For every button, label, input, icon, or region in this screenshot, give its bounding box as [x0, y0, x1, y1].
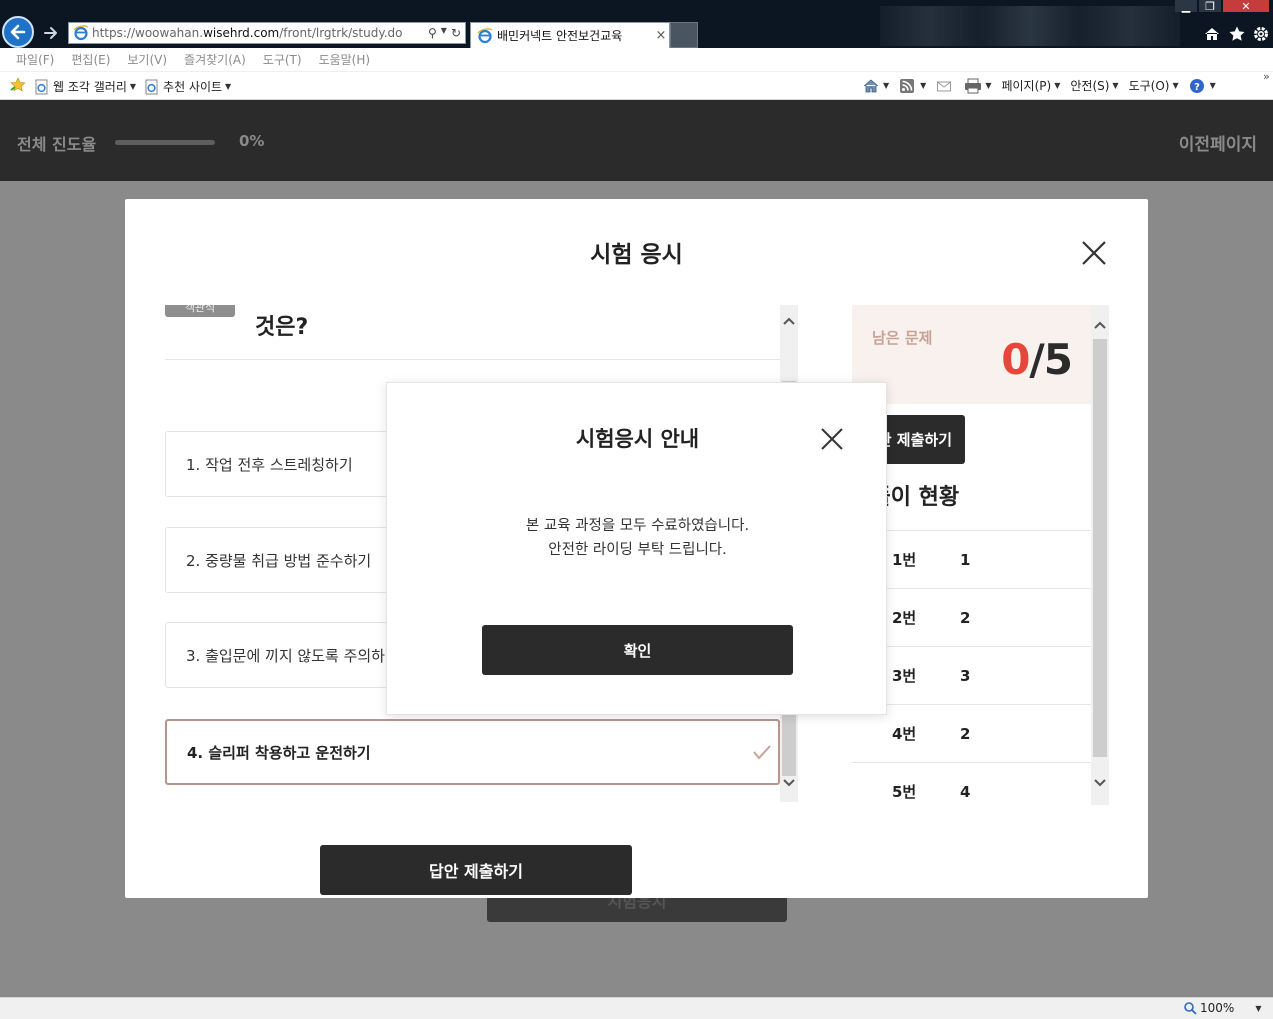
ie-logo-icon	[73, 25, 89, 41]
choice-4[interactable]: 4. 슬리퍼 착용하고 운전하기	[165, 719, 780, 785]
progress-bar	[115, 140, 215, 145]
rss-icon	[899, 78, 917, 94]
confirm-button[interactable]: 확인	[482, 625, 793, 675]
fav-web-slice-gallery[interactable]: 웹 조각 갤러리 ▼	[34, 78, 136, 95]
progress-percent: 0%	[239, 132, 265, 150]
refresh-icon[interactable]: ↻	[451, 26, 461, 40]
address-bar[interactable]: https://woowahan.wisehrd.com/front/lrgtr…	[68, 22, 466, 44]
zoom-control[interactable]: 100% ▼	[1183, 1001, 1261, 1015]
chevron-down-icon: ▼	[920, 81, 927, 90]
cmd-page-menu[interactable]: 페이지(P) ▼	[1001, 77, 1060, 94]
prev-page-link[interactable]: 이전페이지	[1179, 130, 1257, 155]
tab-title: 배민커넥트 안전보건교육	[497, 29, 623, 43]
chevron-down-icon: ▼	[1054, 81, 1061, 90]
help-icon: ?	[1189, 78, 1207, 94]
menu-file[interactable]: 파일(F)	[16, 51, 54, 68]
tab-close-icon[interactable]: ×	[653, 28, 669, 43]
mail-icon	[936, 78, 954, 94]
divider	[165, 359, 780, 360]
ie-page-icon	[144, 79, 160, 95]
answer-row: 5번 4	[852, 762, 1092, 805]
modal-close-icon[interactable]	[1080, 239, 1108, 267]
cmd-help[interactable]: ? ▼	[1189, 78, 1216, 94]
background-blur	[880, 6, 1180, 46]
favorites-add-star-icon[interactable]	[10, 77, 26, 96]
remaining-box: 남은 문제 0/5	[852, 305, 1092, 404]
answer-row: 4번 2	[852, 704, 1092, 762]
browser-titlebar: https://woowahan.wisehrd.com/front/lrgtr…	[0, 0, 1273, 48]
cmd-safety-menu[interactable]: 안전(S) ▼	[1070, 77, 1118, 94]
home-icon[interactable]	[1202, 24, 1222, 44]
notice-message: 본 교육 과정을 모두 수료하였습니다. 안전한 라이딩 부탁 드립니다.	[525, 518, 750, 558]
favorites-bar: 웹 조각 갤러리 ▼ 추천 사이트 ▼ ▼ ▼ ▼ 페이지(P) ▼ 안전(S) ▼…	[0, 72, 1273, 100]
notice-title: 시험응시 안내	[575, 427, 700, 451]
status-scrollbar[interactable]	[1091, 305, 1109, 805]
address-url: https://woowahan.wisehrd.com/front/lrgtr…	[92, 26, 403, 40]
chevron-down-icon: ▼	[1209, 81, 1216, 90]
chevron-down-icon: ▼	[129, 82, 137, 91]
svg-text:?: ?	[1194, 82, 1200, 93]
progress-label: 전체 진도율	[17, 135, 97, 154]
chevron-down-icon: ▼	[985, 81, 992, 90]
scroll-up-icon[interactable]	[780, 311, 798, 331]
window-close-button[interactable]: ✕	[1223, 0, 1269, 13]
zoom-magnifier-icon	[1183, 1001, 1197, 1015]
question-text: 것은?	[255, 315, 309, 340]
remaining-count: 0/5	[1001, 335, 1073, 384]
menu-favorites[interactable]: 즐겨찾기(A)	[184, 51, 246, 68]
maximize-button[interactable]: ❐	[1199, 0, 1221, 13]
remaining-label: 남은 문제	[872, 329, 933, 347]
cmd-feeds[interactable]: ▼	[899, 78, 926, 94]
home-icon	[862, 78, 880, 94]
more-chevron-icon[interactable]: »	[1263, 70, 1270, 83]
scroll-down-icon[interactable]	[780, 773, 798, 793]
ie-logo-icon	[477, 27, 493, 44]
forward-arrow-icon	[44, 27, 57, 39]
menu-edit[interactable]: 편집(E)	[71, 51, 110, 68]
menu-bar: 파일(F) 편집(E) 보기(V) 즐겨찾기(A) 도구(T) 도움말(H)	[0, 48, 1273, 72]
tab-active[interactable]: 배민커넥트 안전보건교육 ×	[470, 22, 670, 48]
chevron-down-icon: ▼	[1172, 81, 1179, 90]
notice-dialog: 시험응시 안내 본 교육 과정을 모두 수료하였습니다. 안전한 라이딩 부탁 …	[386, 382, 887, 715]
back-arrow-icon	[10, 24, 26, 40]
menu-view[interactable]: 보기(V)	[127, 51, 167, 68]
chevron-down-icon: ▼	[883, 81, 890, 90]
answer-status-panel: 남은 문제 0/5 답안 제출하기 문제풀이 현황 1번1 2번2 3번3 4번…	[852, 305, 1108, 805]
answer-row: 1번 1	[852, 530, 1092, 588]
answer-status-heading: 문제풀이 현황	[852, 485, 960, 510]
dropdown-icon[interactable]: ▼	[441, 26, 447, 40]
settings-gear-icon[interactable]	[1251, 24, 1271, 44]
chevron-down-icon: ▼	[1255, 1003, 1262, 1013]
new-tab-button[interactable]	[670, 22, 698, 48]
cmd-tools-menu[interactable]: 도구(O) ▼	[1129, 77, 1179, 94]
forward-button[interactable]	[40, 22, 62, 44]
minimize-button[interactable]: ▁	[1175, 0, 1197, 13]
menu-tools[interactable]: 도구(T)	[263, 51, 302, 68]
back-button[interactable]	[2, 16, 34, 48]
fav-suggested-sites[interactable]: 추천 사이트 ▼	[144, 78, 231, 95]
answer-row: 3번 3	[852, 646, 1092, 704]
cmd-home[interactable]: ▼	[862, 78, 889, 94]
scroll-up-icon[interactable]	[1091, 315, 1109, 335]
status-bar: 100% ▼	[0, 997, 1273, 1019]
printer-icon	[964, 78, 982, 94]
chevron-down-icon: ▼	[1112, 81, 1119, 90]
favorites-star-icon[interactable]	[1227, 24, 1247, 44]
submit-answers-button[interactable]: 답안 제출하기	[320, 845, 632, 895]
ie-page-icon	[34, 79, 50, 95]
question-type-badge: 객관식	[165, 305, 235, 317]
answer-row: 2번 2	[852, 588, 1092, 646]
scroll-down-icon[interactable]	[1091, 773, 1109, 793]
cmd-print[interactable]: ▼	[964, 78, 991, 94]
notice-close-icon[interactable]	[819, 426, 845, 452]
menu-help[interactable]: 도움말(H)	[319, 51, 371, 68]
cmd-mail[interactable]	[936, 78, 954, 94]
search-icon[interactable]: ⚲	[428, 26, 437, 40]
chevron-down-icon: ▼	[225, 82, 232, 91]
scroll-thumb[interactable]	[1093, 339, 1107, 757]
check-icon	[753, 745, 771, 760]
modal-title: 시험 응시	[590, 242, 683, 268]
